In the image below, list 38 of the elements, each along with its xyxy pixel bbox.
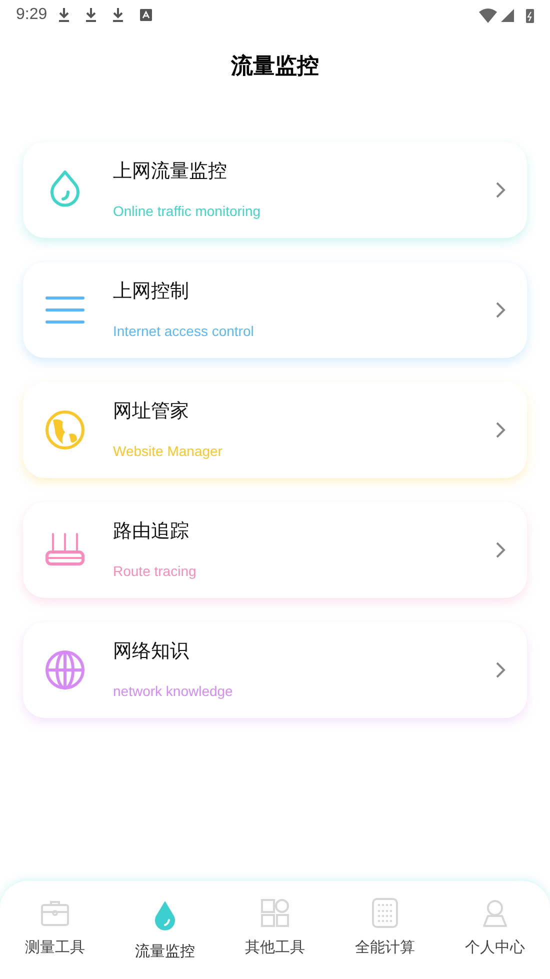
- chevron-right-icon: [495, 301, 507, 319]
- signal-icon: [501, 8, 514, 22]
- battery-icon: [526, 8, 534, 22]
- globe-icon: [43, 648, 87, 692]
- nav-tab[interactable]: 全能计算: [330, 897, 440, 979]
- download-icon: [86, 7, 96, 23]
- card-subtitle: Internet access control: [113, 322, 255, 341]
- card-subtitle: Website Manager: [113, 442, 224, 461]
- page-title: 流量监控: [231, 52, 319, 80]
- menu-card[interactable]: 上网流量监控 Online traffic monitoring: [23, 142, 527, 238]
- chevron-right-icon: [495, 541, 507, 559]
- menu-card[interactable]: 网络知识 network knowledge: [23, 622, 527, 718]
- card-title: 网址管家: [113, 400, 190, 424]
- keyboard-app-icon: [140, 9, 152, 21]
- card-subtitle: Online traffic monitoring: [113, 202, 262, 221]
- wifi-icon: [479, 8, 497, 22]
- card-subtitle: Route tracing: [113, 562, 198, 581]
- globe-icon: [43, 408, 87, 452]
- chevron-right-icon: [495, 661, 507, 679]
- menu-card[interactable]: 路由追踪 Route tracing: [23, 502, 527, 598]
- chevron-right-icon: [495, 421, 507, 439]
- download-icon: [113, 7, 124, 23]
- download-icon: [59, 7, 70, 23]
- nav-tab[interactable]: 测量工具: [0, 897, 110, 979]
- card-title: 上网流量监控: [113, 160, 228, 184]
- card-subtitle: network knowledge: [113, 682, 234, 701]
- card-title: 路由追踪: [113, 520, 190, 544]
- calculator-icon: [369, 897, 401, 929]
- nav-tab[interactable]: 其他工具: [220, 897, 330, 979]
- menu-card[interactable]: 上网控制 Internet access control: [23, 262, 527, 358]
- chevron-right-icon: [495, 181, 507, 199]
- grid-icon: [259, 897, 291, 929]
- card-title: 上网控制: [113, 280, 190, 304]
- menu-card[interactable]: 网址管家 Website Manager: [23, 382, 527, 478]
- status-time: 9:29: [16, 5, 48, 25]
- card-title: 网络知识: [113, 640, 190, 664]
- nav-tab[interactable]: 个人中心: [440, 897, 550, 979]
- nav-tab[interactable]: 流量监控: [110, 897, 220, 979]
